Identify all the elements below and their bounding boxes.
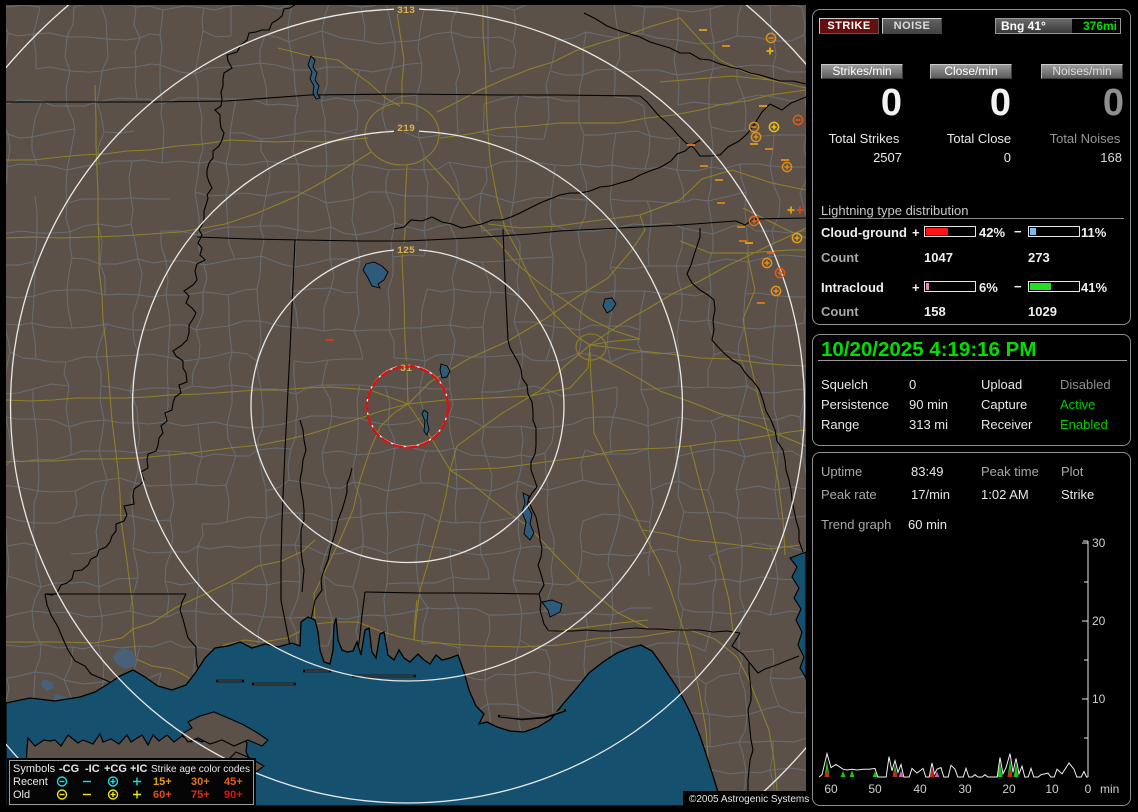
svg-text:10: 10 [1045, 782, 1059, 796]
svg-text:50: 50 [868, 782, 882, 796]
svg-text:20: 20 [1092, 614, 1106, 628]
svg-text:30: 30 [958, 782, 972, 796]
svg-text:min: min [1100, 782, 1119, 796]
svg-text:20: 20 [1002, 782, 1016, 796]
svg-text:0: 0 [1085, 782, 1092, 796]
svg-text:60: 60 [824, 782, 838, 796]
svg-text:10: 10 [1092, 692, 1106, 706]
svg-text:40: 40 [913, 782, 927, 796]
svg-text:30: 30 [1092, 536, 1106, 550]
